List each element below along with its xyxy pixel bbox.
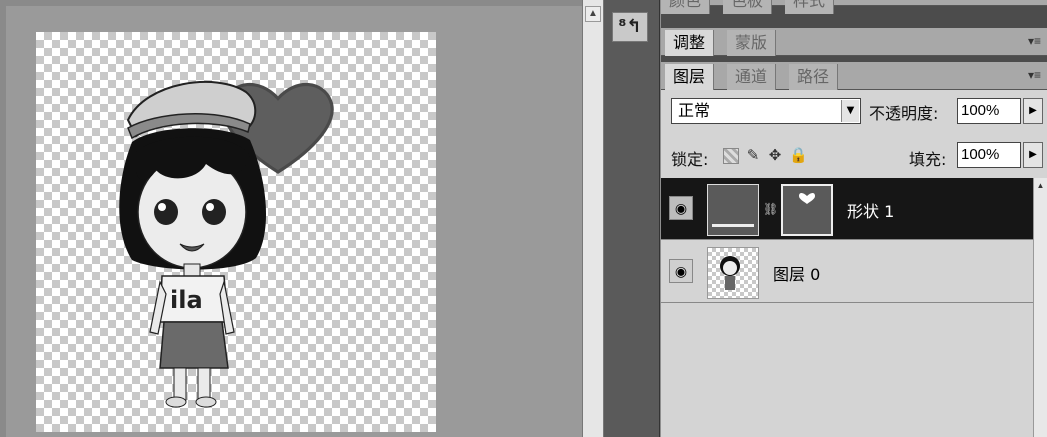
layer-name-shape-1[interactable]: 形状 1 xyxy=(847,198,894,222)
lock-transparent-pixels-icon[interactable] xyxy=(723,148,739,164)
fill-slider-arrow-icon[interactable]: ▶ xyxy=(1023,142,1043,168)
blend-opacity-row: 正常 ▼ 不透明度: 100% ▶ xyxy=(661,90,1047,130)
history-icon[interactable]: ⁸↰ xyxy=(612,12,648,42)
canvas-vertical-scrollbar[interactable]: ▲ xyxy=(582,0,604,437)
tab-layers[interactable]: 图层 xyxy=(665,64,715,90)
shirt-text: ila xyxy=(170,286,203,314)
lock-fill-row: 锁定: ✎ ✥ 🔒 填充: 100% ▶ xyxy=(661,134,1047,174)
bangs xyxy=(136,136,250,180)
lock-icons: ✎ ✥ 🔒 xyxy=(723,146,808,166)
left-eye xyxy=(154,199,178,225)
adjust-panel-tabs: 调整 蒙版 ▾≡ xyxy=(661,28,1047,56)
panel-icon-strip: ⁸↰ xyxy=(604,0,660,437)
tab-swatches[interactable]: 色板 xyxy=(723,0,773,14)
layers-scrollbar[interactable]: ▲ xyxy=(1033,178,1047,437)
skirt xyxy=(159,321,229,369)
panel-menu-icon[interactable]: ▾≡ xyxy=(1028,34,1041,48)
fill-layer-thumbnail[interactable] xyxy=(707,184,759,236)
layer-row-shape-1[interactable]: ◉ ⛓ 形状 1 xyxy=(661,178,1033,240)
opacity-input[interactable]: 100% xyxy=(957,98,1021,124)
scroll-up-arrow-icon[interactable]: ▲ xyxy=(1035,180,1046,192)
layers-panel-menu-icon[interactable]: ▾≡ xyxy=(1028,68,1041,82)
layers-panel-tabs: 图层 通道 路径 ▾≡ xyxy=(661,62,1047,90)
scroll-up-arrow-icon[interactable]: ▲ xyxy=(585,6,601,22)
link-icon[interactable]: ⛓ xyxy=(763,200,778,218)
chevron-down-icon[interactable]: ▼ xyxy=(841,100,859,122)
opacity-slider-arrow-icon[interactable]: ▶ xyxy=(1023,98,1043,124)
lock-all-icon[interactable]: 🔒 xyxy=(789,148,808,164)
vector-mask-thumbnail[interactable] xyxy=(781,184,833,236)
fill-input[interactable]: 100% xyxy=(957,142,1021,168)
tab-styles[interactable]: 样式 xyxy=(785,0,835,14)
tab-masks[interactable]: 蒙版 xyxy=(727,30,777,56)
layer-row-layer-0[interactable]: ◉ 图层 0 xyxy=(661,241,1033,303)
girl-thumbnail-icon xyxy=(720,256,740,290)
eye-icon[interactable]: ◉ xyxy=(669,259,693,283)
canvas-artwork: ila xyxy=(119,81,334,408)
tab-color[interactable]: 颜色 xyxy=(661,0,711,14)
layers-panel-body: 正常 ▼ 不透明度: 100% ▶ 锁定: ✎ ✥ 🔒 填充: 100% ▶ ◉… xyxy=(661,90,1047,437)
layer-0-thumbnail[interactable] xyxy=(707,247,759,299)
color-panel-tabs: 颜色 色板 样式 xyxy=(661,0,1047,14)
tab-adjustments[interactable]: 调整 xyxy=(665,30,715,56)
tab-channels[interactable]: 通道 xyxy=(727,64,777,90)
fill-label: 填充: xyxy=(909,150,947,169)
heart-mask-icon xyxy=(799,193,815,204)
lock-label: 锁定: xyxy=(671,150,709,169)
lock-position-icon[interactable]: ✥ xyxy=(767,148,783,164)
right-panel-dock: 颜色 色板 样式 调整 蒙版 ▾≡ 图层 通道 路径 ▾≡ 正常 ▼ 不透明度:… xyxy=(661,0,1047,437)
right-eye xyxy=(202,199,226,225)
blend-mode-value: 正常 xyxy=(678,101,711,120)
lock-image-pixels-icon[interactable]: ✎ xyxy=(745,148,761,164)
layer-name-layer-0[interactable]: 图层 0 xyxy=(773,261,820,285)
opacity-label: 不透明度: xyxy=(869,104,939,123)
blend-mode-select[interactable]: 正常 ▼ xyxy=(671,98,861,124)
eye-icon[interactable]: ◉ xyxy=(669,196,693,220)
tab-paths[interactable]: 路径 xyxy=(789,64,839,90)
